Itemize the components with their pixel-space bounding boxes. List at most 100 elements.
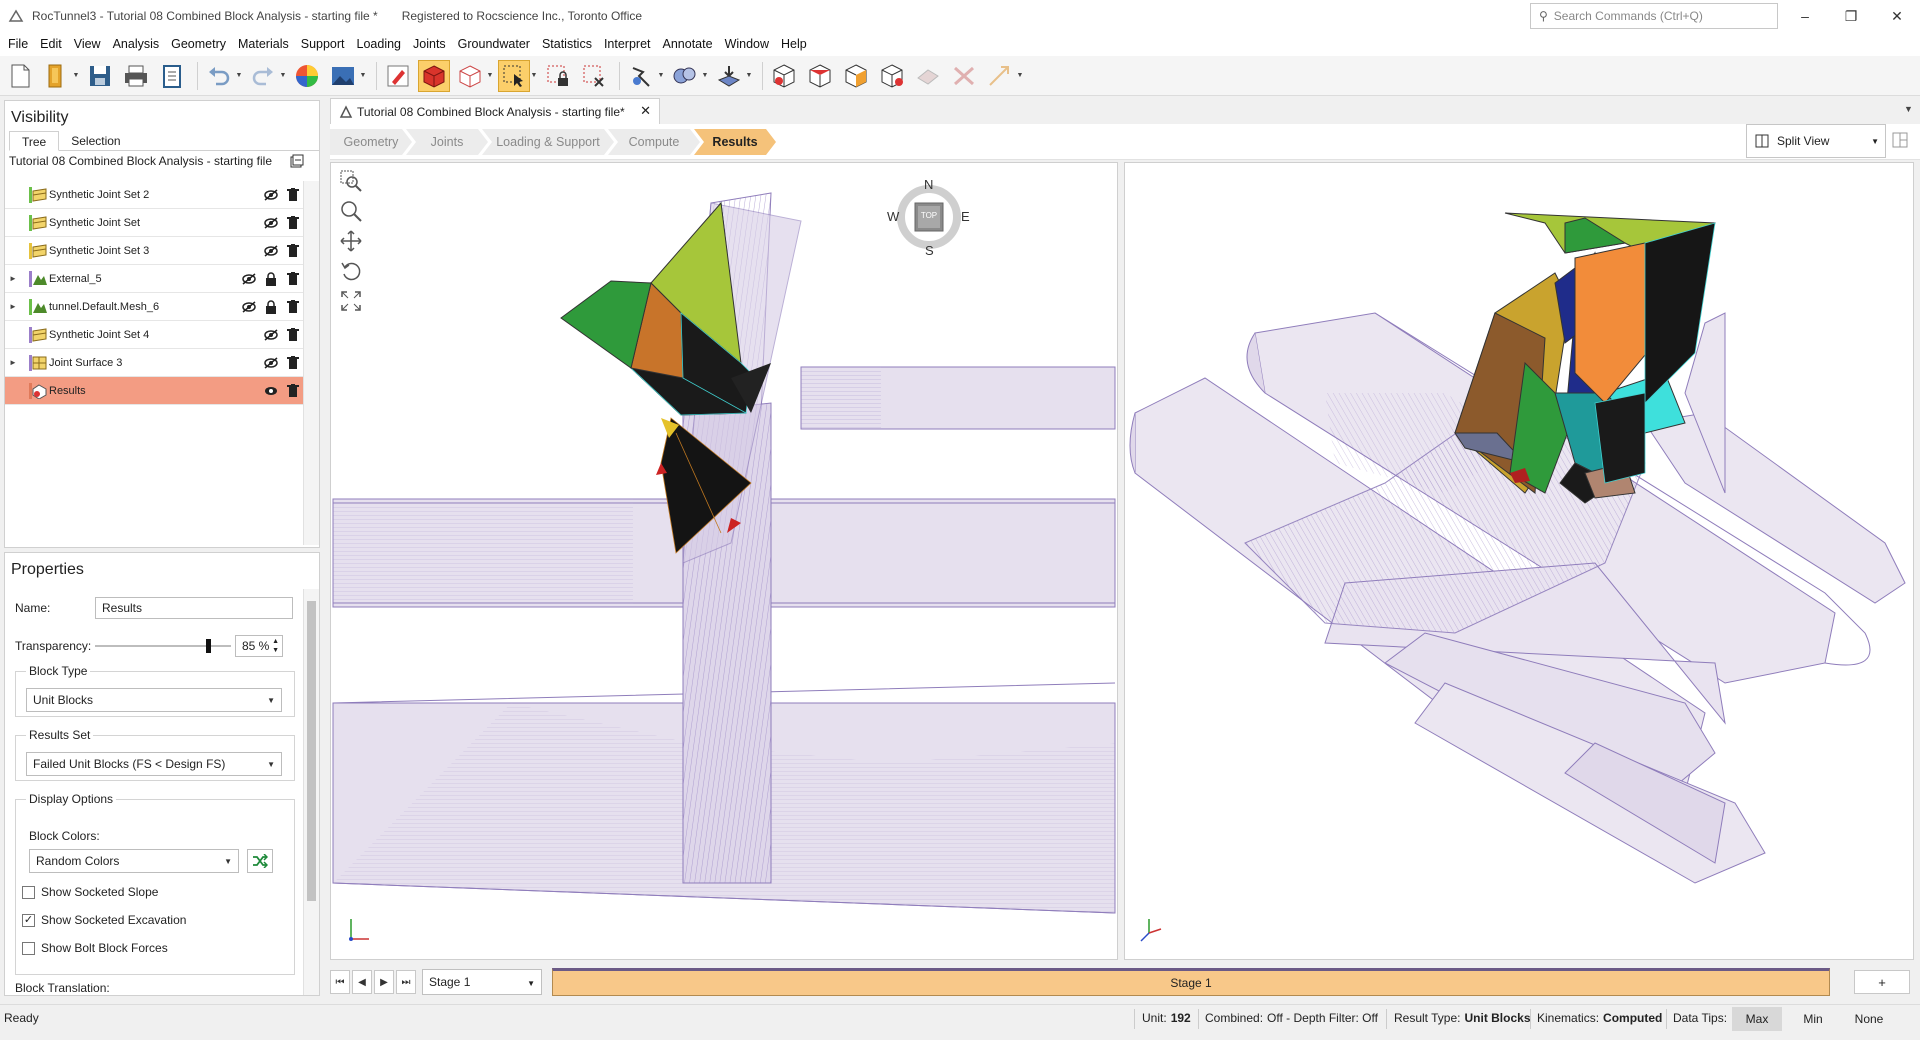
menu-view[interactable]: View	[68, 32, 107, 56]
tree-item-synthetic-joint-set-4[interactable]: Synthetic Joint Set 4	[5, 321, 305, 349]
workflow-step-joints[interactable]: Joints	[406, 129, 488, 155]
open-dropdown-arrow[interactable]: ▼	[72, 60, 80, 92]
delete-icon[interactable]	[285, 271, 301, 287]
workflow-step-results[interactable]: Results	[694, 129, 776, 155]
name-input[interactable]: Results	[95, 597, 293, 619]
menu-analysis[interactable]: Analysis	[107, 32, 166, 56]
pick-tool-button[interactable]	[625, 60, 657, 92]
workflow-step-geometry[interactable]: Geometry	[330, 129, 412, 155]
tab-tree[interactable]: Tree	[9, 131, 60, 151]
block-view-4-button[interactable]	[876, 60, 908, 92]
layout-options-button[interactable]	[1892, 132, 1908, 151]
undo-button[interactable]	[203, 60, 235, 92]
delete-icon[interactable]	[285, 355, 301, 371]
data-tips-max[interactable]: Max	[1732, 1007, 1782, 1031]
visibility-hidden-icon[interactable]	[263, 355, 279, 371]
visibility-hidden-icon[interactable]	[263, 327, 279, 343]
document-tab[interactable]: Tutorial 08 Combined Block Analysis - st…	[330, 98, 660, 124]
lock-icon[interactable]	[263, 271, 279, 287]
image-export-button[interactable]	[327, 60, 359, 92]
search-commands-input[interactable]: ⚲ Search Commands (Ctrl+Q)	[1530, 3, 1778, 29]
show-socketed-slope-checkbox[interactable]	[22, 885, 35, 899]
compass-top-face[interactable]: TOP	[917, 211, 941, 220]
visibility-hidden-icon[interactable]	[263, 243, 279, 259]
lock-selection-button[interactable]	[542, 60, 574, 92]
new-file-button[interactable]	[4, 60, 36, 92]
group-dropdown-arrow[interactable]: ▼	[701, 60, 709, 92]
visibility-hidden-icon[interactable]	[241, 271, 257, 287]
tree-scrollbar[interactable]	[303, 181, 319, 545]
disabled-dropdown-arrow[interactable]: ▼	[1016, 60, 1024, 92]
menu-groundwater[interactable]: Groundwater	[452, 32, 536, 56]
menu-file[interactable]: File	[2, 32, 34, 56]
workflow-step-compute[interactable]: Compute	[608, 129, 700, 155]
stage-tab-stage-1[interactable]: Stage 1	[552, 968, 1830, 996]
close-window-button[interactable]: ✕	[1874, 0, 1920, 32]
project-row[interactable]: Tutorial 08 Combined Block Analysis - st…	[5, 151, 319, 171]
show-socketed-excavation-checkbox[interactable]: ✓	[22, 913, 35, 927]
workflow-step-loading-support[interactable]: Loading & Support	[482, 129, 614, 155]
zoom-window-button[interactable]	[337, 167, 365, 195]
transparency-slider[interactable]	[95, 638, 231, 654]
deselect-button[interactable]	[578, 60, 610, 92]
redo-button[interactable]	[247, 60, 279, 92]
shuffle-colors-button[interactable]	[247, 849, 273, 873]
show-socketed-slope-row[interactable]: Show Socketed Slope	[22, 885, 158, 899]
delete-icon[interactable]	[285, 215, 301, 231]
results-set-select[interactable]: Failed Unit Blocks (FS < Design FS) ▼	[26, 752, 282, 776]
data-tips-none[interactable]: None	[1844, 1007, 1894, 1031]
tree-item-external-5[interactable]: ► External_5	[5, 265, 305, 293]
add-stage-button[interactable]: +	[1854, 970, 1910, 994]
redo-dropdown-arrow[interactable]: ▼	[279, 60, 287, 92]
menu-interpret[interactable]: Interpret	[598, 32, 657, 56]
color-options-button[interactable]	[291, 60, 323, 92]
image-dropdown-arrow[interactable]: ▼	[359, 60, 367, 92]
block-colors-select[interactable]: Random Colors ▼	[29, 849, 239, 873]
tree-item-joint-surface-3[interactable]: ► Joint Surface 3	[5, 349, 305, 377]
show-bolt-block-forces-row[interactable]: Show Bolt Block Forces	[22, 941, 168, 955]
delete-icon[interactable]	[285, 187, 301, 203]
properties-scrollbar[interactable]	[303, 589, 319, 995]
save-button[interactable]	[84, 60, 116, 92]
delete-icon[interactable]	[285, 327, 301, 343]
minimize-button[interactable]: –	[1782, 0, 1828, 32]
visibility-hidden-icon[interactable]	[263, 215, 279, 231]
visibility-visible-icon[interactable]	[263, 383, 279, 399]
expand-arrow-icon[interactable]: ►	[5, 302, 21, 311]
undo-dropdown-arrow[interactable]: ▼	[235, 60, 243, 92]
close-tab-icon[interactable]: ✕	[640, 103, 651, 119]
menu-loading[interactable]: Loading	[351, 32, 408, 56]
block-type-select[interactable]: Unit Blocks ▼	[26, 688, 282, 712]
menu-materials[interactable]: Materials	[232, 32, 295, 56]
transparency-spinbox[interactable]: 85 % ▲ ▼	[235, 635, 283, 657]
open-file-button[interactable]	[40, 60, 72, 92]
disabled-tool-2-button[interactable]	[948, 60, 980, 92]
viewport-perspective[interactable]	[1124, 162, 1914, 960]
select-mode-button[interactable]	[498, 59, 530, 92]
spin-arrows-icon[interactable]: ▲ ▼	[272, 637, 279, 655]
tree-item-tunnel-default-mesh-6[interactable]: ► tunnel.Default.Mesh_6	[5, 293, 305, 321]
disabled-tool-1-button[interactable]	[912, 60, 944, 92]
visibility-hidden-icon[interactable]	[241, 299, 257, 315]
previous-stage-button[interactable]: ◀	[352, 970, 372, 994]
slider-thumb[interactable]	[206, 639, 211, 653]
import-dropdown-arrow[interactable]: ▼	[745, 60, 753, 92]
view-mode-select[interactable]: Split View ▼	[1746, 124, 1886, 158]
stage-select[interactable]: Stage 1 ▼	[422, 969, 542, 995]
next-stage-button[interactable]: ▶	[374, 970, 394, 994]
restore-button[interactable]: ❐	[1828, 0, 1874, 32]
viewport-top-view[interactable]: N S E W TOP	[330, 162, 1118, 960]
block-view-1-button[interactable]	[768, 60, 800, 92]
block-view-3-button[interactable]	[840, 60, 872, 92]
delete-icon[interactable]	[285, 383, 301, 399]
wireframe-view-button[interactable]	[454, 60, 486, 92]
menu-statistics[interactable]: Statistics	[536, 32, 598, 56]
view-cube-compass[interactable]: N S E W TOP	[887, 177, 970, 258]
zoom-button[interactable]	[337, 197, 365, 225]
import-tool-button[interactable]	[713, 60, 745, 92]
show-socketed-excavation-row[interactable]: ✓ Show Socketed Excavation	[22, 913, 186, 927]
tab-selection[interactable]: Selection	[59, 131, 132, 150]
tree-item-results[interactable]: Results	[5, 377, 305, 405]
tree-item-synthetic-joint-set[interactable]: Synthetic Joint Set	[5, 209, 305, 237]
rotate-button[interactable]	[337, 257, 365, 285]
